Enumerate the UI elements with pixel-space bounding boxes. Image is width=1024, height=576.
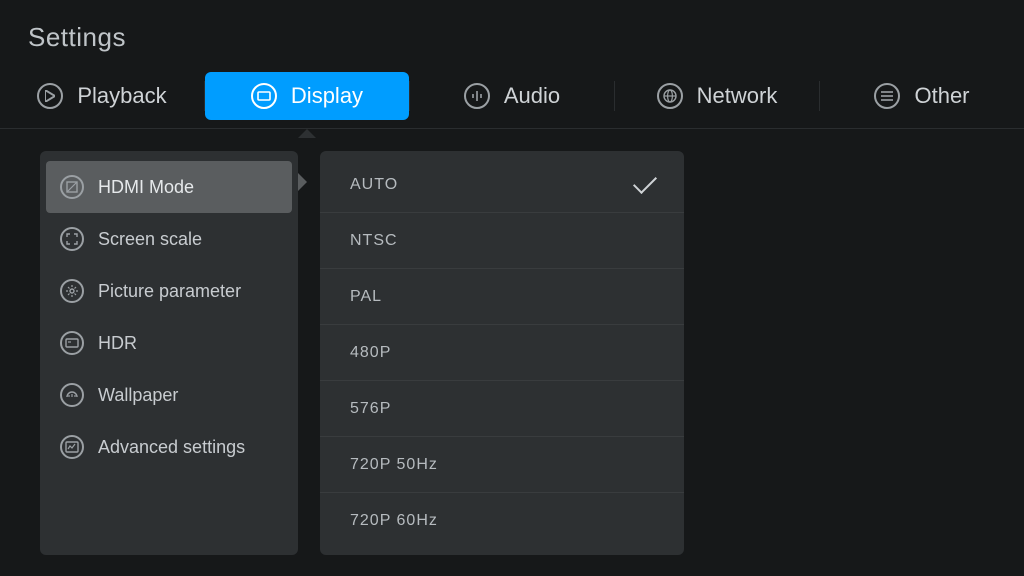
- tab-label: Display: [291, 83, 363, 109]
- tab-other[interactable]: Other: [820, 83, 1024, 109]
- wallpaper-icon: [60, 383, 84, 407]
- tab-playback[interactable]: Playback: [0, 83, 204, 109]
- picture-icon: [60, 279, 84, 303]
- scale-icon: [60, 227, 84, 251]
- advanced-icon: [60, 435, 84, 459]
- tab-bar: Playback Display Audio Network Other: [0, 63, 1024, 129]
- option-label: AUTO: [350, 176, 398, 194]
- tab-display[interactable]: Display: [205, 72, 409, 120]
- sidebar-item-label: Wallpaper: [98, 385, 178, 406]
- tab-label: Other: [914, 83, 969, 109]
- display-icon: [251, 83, 277, 109]
- option-label: 720P 50Hz: [350, 456, 438, 474]
- hdmi-icon: [60, 175, 84, 199]
- check-icon: [633, 169, 657, 193]
- option-576p[interactable]: 576P: [320, 381, 684, 437]
- sidebar-item-label: Screen scale: [98, 229, 202, 250]
- tab-audio[interactable]: Audio: [410, 83, 614, 109]
- sidebar-item-label: HDR: [98, 333, 137, 354]
- sidebar-item-label: Advanced settings: [98, 437, 245, 458]
- option-720p-60hz[interactable]: 720P 60Hz: [320, 493, 684, 549]
- sidebar-item-hdmi-mode[interactable]: HDMI Mode: [46, 161, 292, 213]
- sidebar-item-picture-parameter[interactable]: Picture parameter: [46, 265, 292, 317]
- play-icon: [37, 83, 63, 109]
- option-label: NTSC: [350, 232, 398, 250]
- content-area: HDMI Mode Screen scale Picture parameter…: [0, 129, 1024, 555]
- tab-network[interactable]: Network: [615, 83, 819, 109]
- page-title: Settings: [0, 0, 1024, 53]
- sidebar-item-label: HDMI Mode: [98, 177, 194, 198]
- option-ntsc[interactable]: NTSC: [320, 213, 684, 269]
- hdr-icon: [60, 331, 84, 355]
- option-auto[interactable]: AUTO: [320, 157, 684, 213]
- tab-label: Network: [697, 83, 778, 109]
- option-label: 576P: [350, 400, 391, 418]
- sidebar-item-screen-scale[interactable]: Screen scale: [46, 213, 292, 265]
- option-label: PAL: [350, 288, 382, 306]
- sidebar-item-wallpaper[interactable]: Wallpaper: [46, 369, 292, 421]
- option-label: 480P: [350, 344, 391, 362]
- network-icon: [657, 83, 683, 109]
- option-label: 720P 60Hz: [350, 512, 438, 530]
- sidebar-item-advanced-settings[interactable]: Advanced settings: [46, 421, 292, 473]
- tab-label: Playback: [77, 83, 166, 109]
- settings-sidebar: HDMI Mode Screen scale Picture parameter…: [40, 151, 298, 555]
- option-720p-50hz[interactable]: 720P 50Hz: [320, 437, 684, 493]
- tab-label: Audio: [504, 83, 560, 109]
- sidebar-item-hdr[interactable]: HDR: [46, 317, 292, 369]
- menu-icon: [874, 83, 900, 109]
- options-panel: AUTO NTSC PAL 480P 576P 720P 50Hz 720P 6…: [320, 151, 684, 555]
- option-pal[interactable]: PAL: [320, 269, 684, 325]
- option-480p[interactable]: 480P: [320, 325, 684, 381]
- sidebar-item-label: Picture parameter: [98, 281, 241, 302]
- audio-icon: [464, 83, 490, 109]
